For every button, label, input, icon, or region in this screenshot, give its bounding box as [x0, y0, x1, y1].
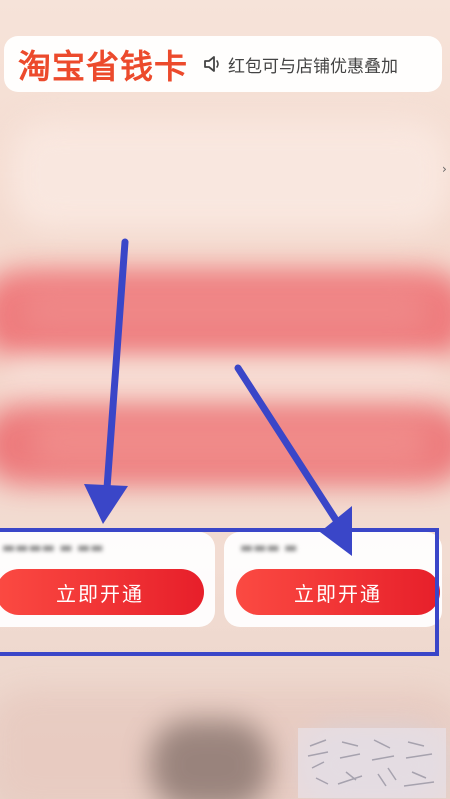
highlight-box-annotation: [0, 528, 439, 656]
arrow-right-annotation: [234, 364, 352, 556]
annotation-overlay: [0, 238, 439, 656]
arrow-left-annotation: [84, 238, 129, 524]
watermark-logo: [298, 728, 446, 798]
